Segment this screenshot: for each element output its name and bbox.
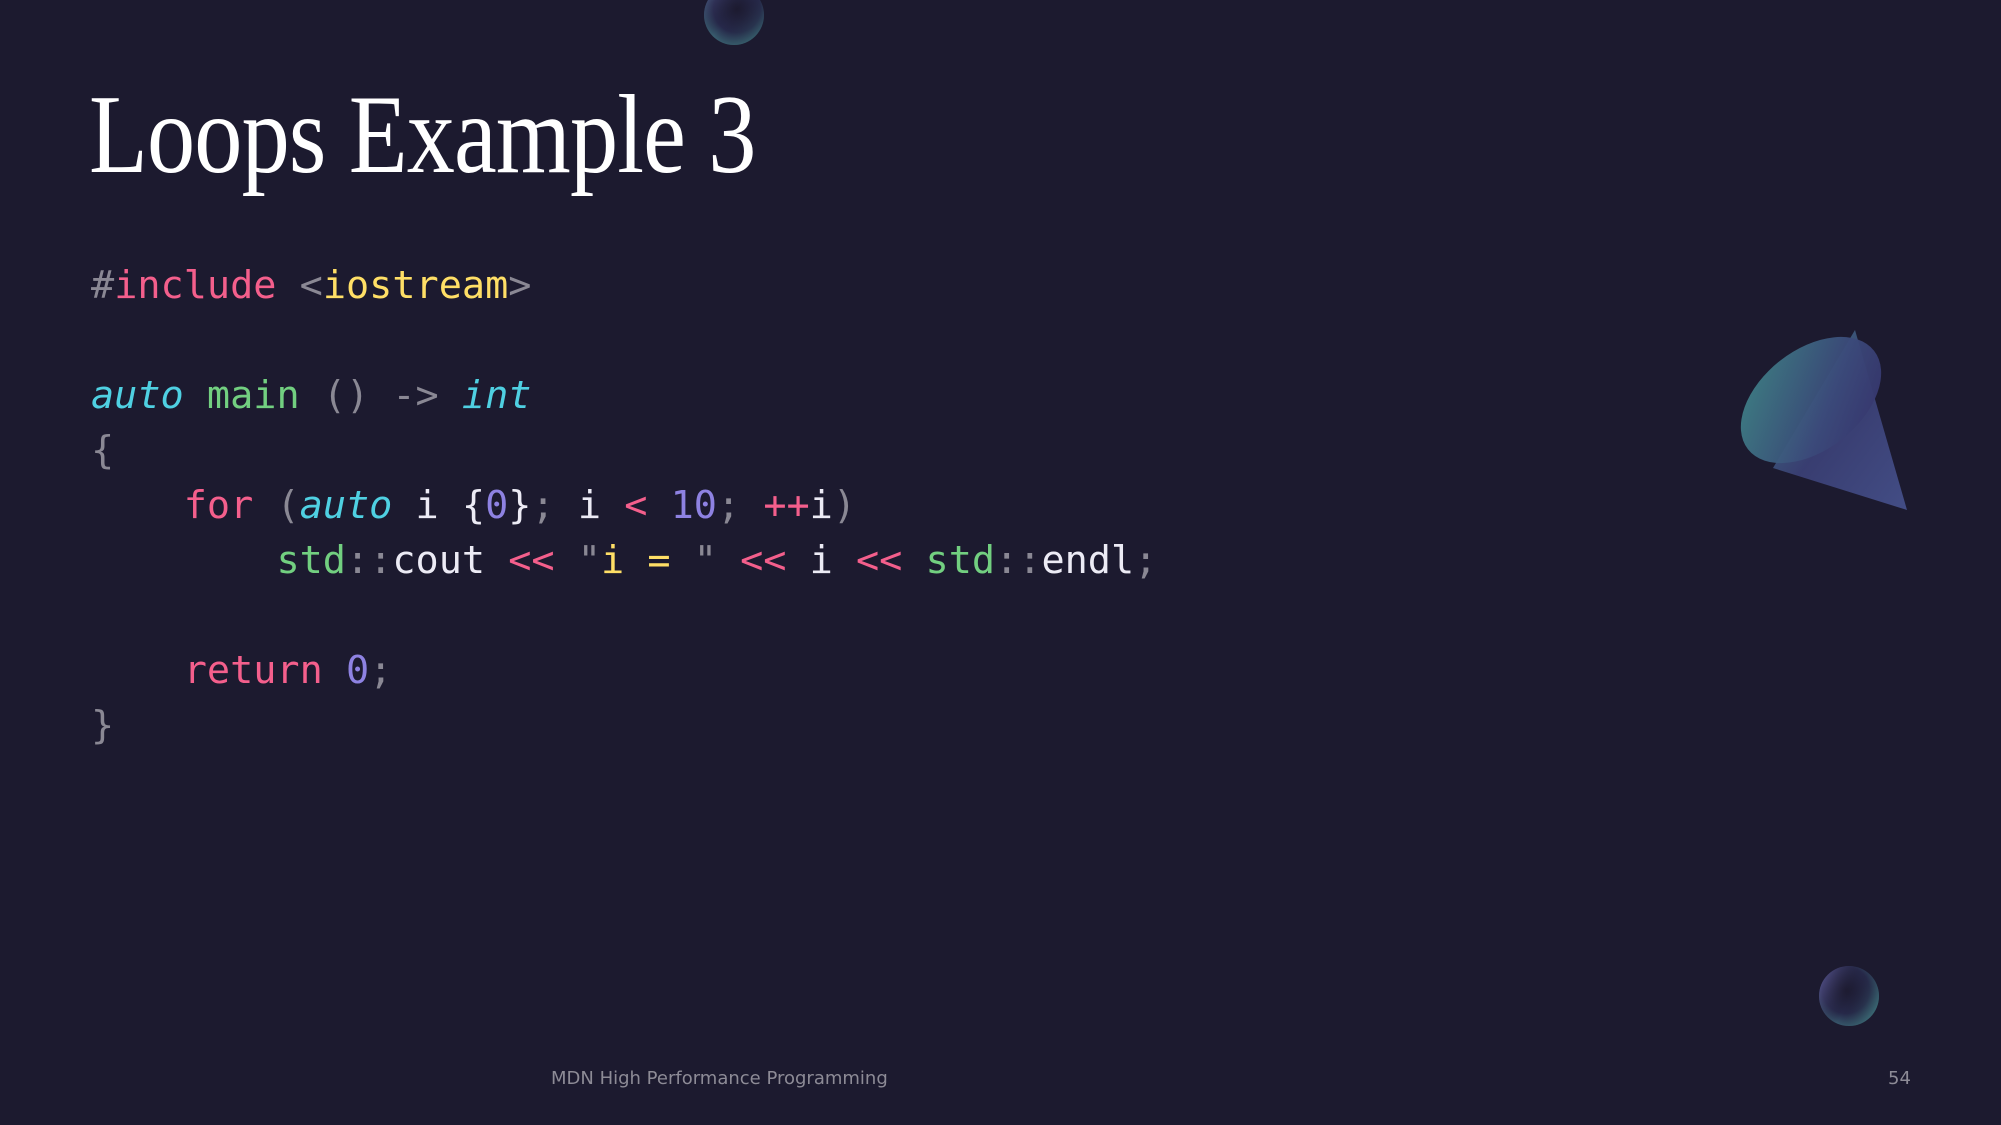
code-token-id — [485, 538, 508, 583]
code-line: std::cout << "i = " << i << std::endl; — [91, 533, 1157, 588]
code-token-kw: include — [114, 263, 277, 308]
code-token-punc: > — [508, 263, 532, 308]
slide-title: Loops Example 3 — [89, 73, 756, 197]
code-line: auto main () -> int — [91, 368, 1157, 423]
code-token-punc: ; — [716, 483, 741, 528]
code-token-punc: ) — [832, 483, 857, 528]
code-token-punc: # — [91, 263, 115, 308]
code-token-str: i = — [600, 538, 694, 583]
code-token-kw: ++ — [763, 483, 810, 528]
code-token-id — [902, 538, 925, 583]
code-token-str: iostream — [322, 263, 509, 308]
code-token-id — [276, 263, 299, 308]
code-token-punc: } — [91, 703, 115, 748]
sphere-bottom-decoration — [1819, 966, 1879, 1026]
code-token-type: auto — [91, 373, 184, 418]
code-token-num: 10 — [670, 483, 717, 528]
code-token-kw: << — [855, 538, 903, 583]
code-token-id — [740, 483, 763, 528]
code-token-id — [253, 483, 276, 528]
code-block: #include <iostream> auto main () -> int{… — [91, 258, 1157, 753]
code-token-id — [369, 373, 392, 418]
code-line: #include <iostream> — [91, 258, 1157, 313]
code-token-punc: ; — [531, 483, 555, 528]
code-token-id — [91, 483, 184, 528]
code-token-num: 0 — [485, 483, 509, 528]
code-token-id — [184, 373, 207, 418]
page-number: 54 — [1888, 1068, 1911, 1089]
code-token-punc: < — [299, 263, 323, 308]
code-token-fn: main — [206, 373, 300, 418]
code-token-type: int — [461, 373, 532, 418]
code-token-punc: :: — [995, 538, 1042, 583]
code-token-punc: -> — [392, 373, 439, 418]
code-token-punc: ( — [276, 483, 300, 528]
code-token-id — [91, 538, 276, 583]
code-token-id: i — [809, 483, 833, 528]
code-token-id: i — [554, 483, 625, 528]
cone-decoration — [1740, 330, 1907, 510]
code-token-punc: ; — [1134, 538, 1158, 583]
code-token-punc: :: — [345, 538, 393, 583]
code-token-kw: return — [183, 648, 323, 693]
code-line: return 0; — [91, 643, 1157, 698]
code-token-num: 0 — [345, 648, 370, 693]
slide: Loops Example 3 #include <iostream> auto… — [0, 0, 2001, 1125]
code-token-id — [91, 648, 184, 693]
sphere-top-decoration — [704, 0, 764, 45]
code-token-kw: for — [183, 483, 254, 528]
code-token-type: auto — [299, 483, 393, 528]
code-token-kw: << — [740, 538, 787, 583]
code-line: for (auto i {0}; i < 10; ++i) — [91, 478, 1157, 533]
code-line: { — [91, 423, 1157, 478]
code-token-id — [555, 538, 578, 583]
code-token-id: { — [461, 483, 486, 528]
code-token-fn: std — [276, 538, 346, 583]
code-token-kw: < — [624, 483, 648, 528]
code-token-id — [323, 648, 346, 693]
code-token-id — [647, 483, 670, 528]
code-token-id — [717, 538, 740, 583]
code-token-kw: << — [508, 538, 555, 583]
code-token-id: i — [786, 538, 856, 583]
code-line: } — [91, 698, 1157, 753]
code-token-id — [439, 373, 462, 418]
code-token-id: } — [508, 483, 532, 528]
code-token-fn: std — [925, 538, 996, 583]
code-token-punc: { — [91, 428, 115, 473]
code-token-id: endl — [1041, 538, 1135, 583]
code-token-punc: " — [577, 538, 601, 583]
code-token-id: cout — [392, 538, 486, 583]
footer-text: MDN High Performance Programming — [551, 1068, 888, 1089]
code-token-punc: " — [693, 538, 717, 583]
code-token-id — [300, 373, 323, 418]
code-token-punc: ; — [369, 648, 393, 693]
code-token-id: i — [392, 483, 462, 528]
code-token-punc: () — [322, 373, 370, 418]
